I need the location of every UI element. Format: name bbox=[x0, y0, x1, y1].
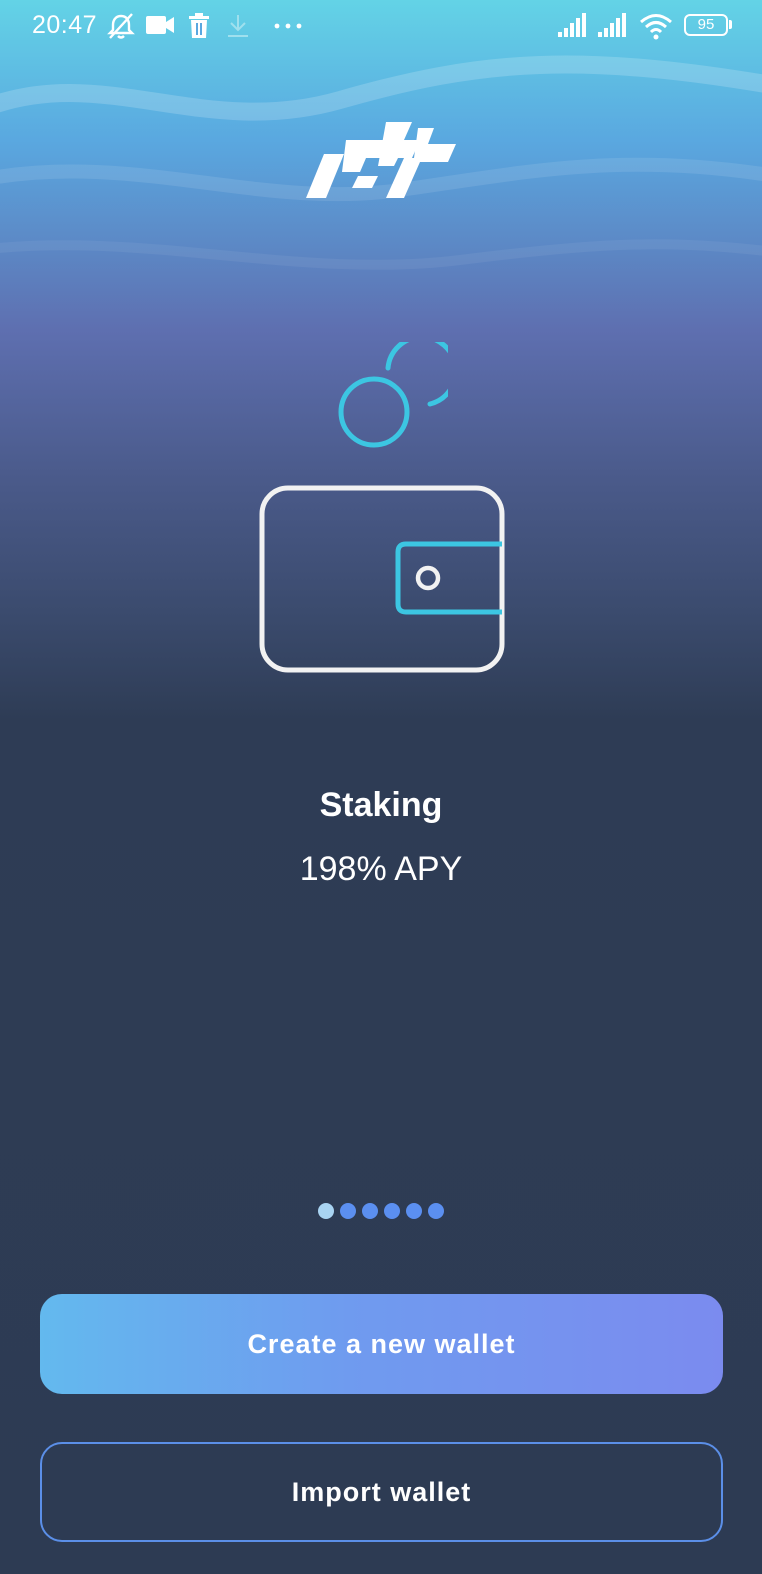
pagination-dot-1[interactable] bbox=[318, 1203, 334, 1219]
battery-icon: 95 bbox=[684, 14, 728, 36]
pagination-dot-4[interactable] bbox=[384, 1203, 400, 1219]
pagination-dot-6[interactable] bbox=[428, 1203, 444, 1219]
import-wallet-button[interactable]: Import wallet bbox=[40, 1442, 723, 1542]
pagination-dot-5[interactable] bbox=[406, 1203, 422, 1219]
wifi-icon bbox=[640, 14, 672, 40]
battery-tip bbox=[729, 20, 732, 29]
signal-icon bbox=[558, 13, 586, 37]
status-time: 20:47 bbox=[32, 11, 98, 39]
alarm-off-icon bbox=[107, 13, 135, 39]
more-dots-icon bbox=[274, 23, 302, 29]
status-bar: 20:47 95 bbox=[0, 0, 762, 52]
pagination-dot-3[interactable] bbox=[362, 1203, 378, 1219]
video-camera-icon bbox=[146, 16, 174, 34]
download-icon bbox=[228, 15, 248, 37]
slide-subtitle: 198% APY bbox=[299, 850, 463, 888]
app-logo bbox=[306, 122, 456, 198]
trash-icon bbox=[189, 13, 209, 38]
onboarding-screen: 20:47 95 Staking 198% APY Create a new w… bbox=[0, 0, 762, 1574]
pagination-dot-2[interactable] bbox=[340, 1203, 356, 1219]
signal-icon bbox=[598, 13, 626, 37]
wallet-icon bbox=[259, 485, 505, 673]
create-wallet-button[interactable]: Create a new wallet bbox=[40, 1294, 723, 1394]
coin-icon bbox=[338, 342, 448, 448]
slide-title: Staking bbox=[319, 786, 443, 824]
pagination-dots bbox=[318, 1203, 444, 1219]
